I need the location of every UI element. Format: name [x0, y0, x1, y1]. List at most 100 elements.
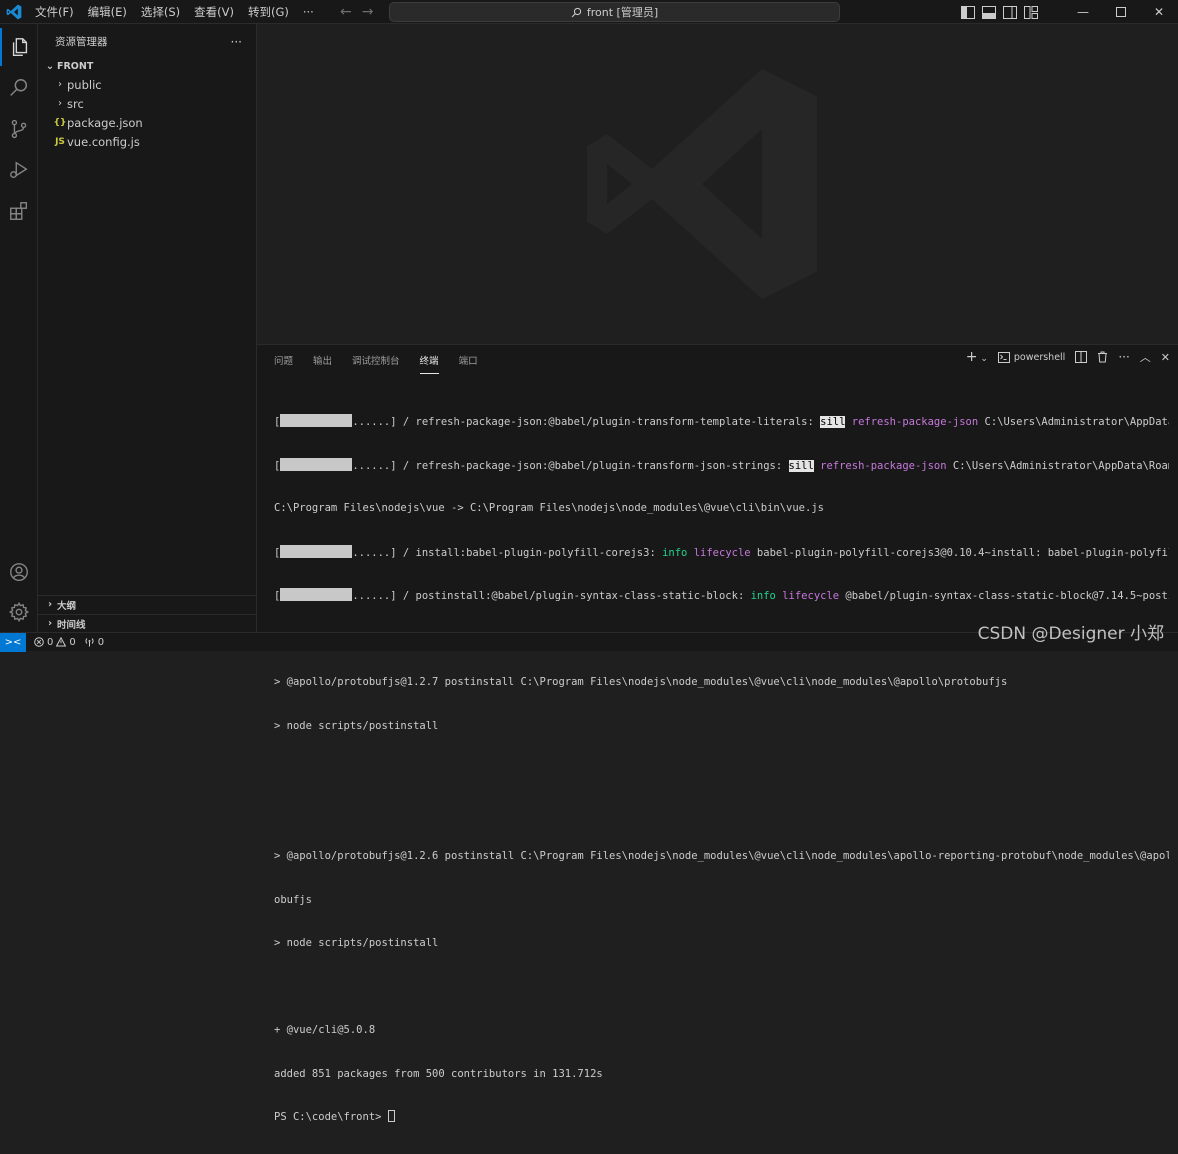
new-terminal-button[interactable]: + ⌄ [966, 349, 988, 365]
workspace-folder-header[interactable]: ⌄ FRONT [38, 57, 256, 75]
window-controls: — ✕ [961, 0, 1178, 24]
terminal-line: [......] / install:babel-plugin-polyfill… [274, 544, 1169, 559]
split-terminal-icon[interactable] [1075, 351, 1088, 363]
more-actions-icon[interactable]: ··· [1118, 350, 1129, 364]
menu-edit[interactable]: 编辑(E) [81, 0, 134, 24]
sidebar-more-button[interactable]: ··· [231, 35, 242, 49]
toggle-primary-sidebar-icon[interactable] [961, 5, 975, 19]
shell-label: powershell [1013, 351, 1066, 363]
menu-more[interactable]: ··· [296, 0, 321, 24]
panel-tabs: 问题 输出 调试控制台 终端 端口 [274, 351, 498, 374]
chevron-right-icon: › [58, 79, 62, 90]
timeline-label: 时间线 [57, 619, 86, 631]
layout-controls [961, 5, 1038, 19]
source-control-icon[interactable] [0, 110, 38, 148]
settings-gear-icon[interactable] [0, 593, 38, 631]
terminal-line: + @vue/cli@5.0.8 [274, 1024, 376, 1036]
navigation-arrows: ← → [340, 0, 373, 24]
sidebar-header: 资源管理器 ··· [38, 24, 256, 59]
sidebar-title: 资源管理器 [55, 36, 108, 48]
chevron-down-icon: ⌄ [45, 60, 55, 72]
tree-item-label: vue.config.js [67, 134, 140, 149]
ports-status[interactable]: 0 [84, 637, 104, 648]
menu-go[interactable]: 转到(G) [241, 0, 296, 24]
ports-count: 0 [97, 636, 105, 648]
error-count: 0 [47, 636, 54, 648]
chevron-right-icon: › [47, 618, 53, 629]
remote-indicator-icon[interactable]: >< [0, 632, 26, 652]
extensions-icon[interactable] [0, 192, 38, 230]
terminal-line: > node scripts/postinstall [274, 937, 439, 949]
command-center-search[interactable]: front [管理员] [389, 2, 840, 22]
explorer-sidebar: 资源管理器 ··· ⌄ FRONT › public › src {} pack… [38, 24, 257, 632]
outline-section-header[interactable]: › 大纲 [38, 595, 257, 613]
chevron-right-icon: › [58, 98, 62, 109]
progress-bar [280, 457, 353, 471]
tab-problems[interactable]: 问题 [274, 351, 293, 374]
chevron-right-icon: › [47, 599, 53, 610]
tab-ports[interactable]: 端口 [459, 351, 478, 374]
activity-bar [0, 24, 38, 632]
terminal-line: C:\Program Files\nodejs\vue -> C:\Progra… [274, 502, 824, 514]
customize-layout-icon[interactable] [1024, 5, 1038, 19]
menu-selection[interactable]: 选择(S) [134, 0, 187, 24]
menu-view[interactable]: 查看(V) [187, 0, 241, 24]
editor-area[interactable] [257, 24, 1178, 344]
vscode-watermark-logo-icon [587, 69, 817, 299]
maximize-panel-icon[interactable]: ︿ [1140, 349, 1151, 365]
terminal-shell-selector[interactable]: powershell [997, 351, 1066, 363]
outline-label: 大纲 [57, 600, 77, 612]
terminal-line: [......] / refresh-package-json:@babel/p… [274, 457, 1169, 472]
progress-bar [280, 588, 353, 601]
tab-output[interactable]: 输出 [313, 351, 332, 374]
vscode-logo-icon[interactable] [0, 0, 28, 24]
js-file-icon: JS [55, 136, 65, 147]
tree-item-public[interactable]: › public [38, 75, 256, 94]
terminal-prompt-line[interactable]: PS C:\code\front> [274, 1110, 1169, 1125]
panel-actions: + ⌄ powershell ··· ︿ ✕ [966, 349, 1170, 365]
close-icon[interactable]: ✕ [1140, 0, 1178, 24]
warning-icon [56, 637, 67, 647]
run-debug-icon[interactable] [0, 151, 38, 189]
tree-item-package-json[interactable]: {} package.json [38, 113, 256, 132]
explorer-icon[interactable] [0, 28, 38, 66]
tree-item-src[interactable]: › src [38, 94, 256, 113]
toggle-secondary-sidebar-icon[interactable] [1003, 5, 1017, 19]
search-icon[interactable] [0, 69, 38, 107]
terminal-line: > @apollo/protobufjs@1.2.6 postinstall C… [274, 850, 1169, 862]
trash-icon[interactable] [1097, 351, 1108, 363]
tree-item-vue-config-js[interactable]: JS vue.config.js [38, 132, 256, 151]
tab-terminal[interactable]: 终端 [419, 351, 439, 374]
close-panel-icon[interactable]: ✕ [1161, 351, 1170, 364]
command-center-label: front [管理员] [586, 6, 659, 19]
menu-file[interactable]: 文件(F) [28, 0, 81, 24]
problems-status[interactable]: 0 0 [34, 637, 76, 648]
terminal-output[interactable]: [......] / refresh-package-json:@babel/p… [274, 385, 1169, 1154]
terminal-line: > node scripts/postinstall [274, 719, 439, 732]
tab-debug-console[interactable]: 调试控制台 [352, 351, 400, 374]
workspace-folder-name: FRONT [57, 60, 94, 72]
terminal-line: obufjs [274, 893, 312, 906]
forward-arrow-icon[interactable]: → [362, 4, 374, 20]
accounts-icon[interactable] [0, 553, 38, 591]
timeline-section-header[interactable]: › 时间线 [38, 614, 257, 632]
terminal-line: added 851 packages from 500 contributors… [274, 1067, 603, 1080]
search-icon [571, 7, 582, 17]
minimize-icon[interactable]: — [1064, 0, 1102, 24]
error-icon [34, 637, 44, 647]
chevron-down-icon: ⌄ [977, 354, 988, 364]
terminal-line: [......] / refresh-package-json:@babel/p… [274, 414, 1169, 428]
back-arrow-icon[interactable]: ← [340, 4, 352, 20]
maximize-icon[interactable] [1102, 0, 1140, 24]
toggle-panel-icon[interactable] [982, 5, 996, 19]
warning-count: 0 [69, 636, 76, 648]
csdn-watermark: CSDN @Designer 小郑 [977, 624, 1164, 644]
terminal-cursor [387, 1110, 395, 1122]
title-bar: 文件(F) 编辑(E) 选择(S) 查看(V) 转到(G) ··· ← → fr… [0, 0, 1178, 24]
tree-item-label: src [67, 96, 84, 111]
terminal-line: > @apollo/protobufjs@1.2.7 postinstall C… [274, 676, 1008, 688]
menu-bar: 文件(F) 编辑(E) 选择(S) 查看(V) 转到(G) ··· [28, 0, 321, 24]
